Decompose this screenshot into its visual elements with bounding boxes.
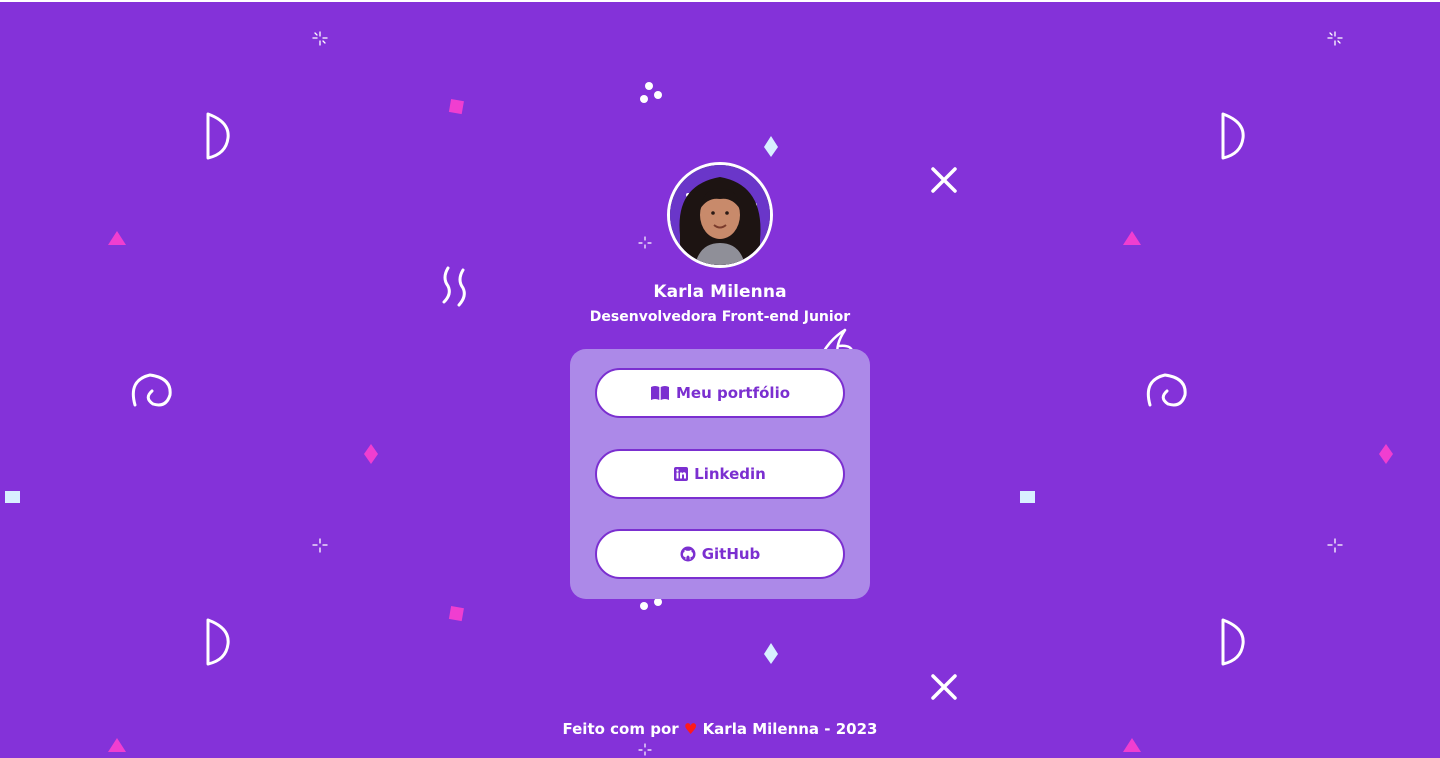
heart-icon: ♥	[683, 720, 698, 738]
linkedin-icon	[674, 467, 689, 481]
github-icon	[680, 546, 696, 562]
linkedin-label: Linkedin	[694, 465, 766, 483]
links-card: Meu portfólio Linkedin GitHub	[570, 349, 870, 599]
github-label: GitHub	[701, 545, 761, 563]
half-moon-icon	[206, 112, 230, 160]
linkedin-button[interactable]: Linkedin	[595, 449, 845, 499]
portfolio-button[interactable]: Meu portfólio	[595, 368, 845, 418]
footer-suffix: Karla Milenna - 2023	[702, 720, 878, 738]
footer-prefix: Feito com por	[562, 720, 679, 738]
dot-icon	[645, 82, 653, 90]
profile-section: Karla Milenna Desenvolvedora Front-end J…	[0, 162, 1440, 325]
light-square-icon	[5, 491, 20, 503]
pink-square-icon	[448, 99, 464, 115]
portfolio-label: Meu portfólio	[675, 384, 791, 402]
spiral-icon	[131, 373, 172, 407]
diamond-icon	[764, 136, 778, 157]
avatar-image	[670, 165, 770, 265]
sparkle-icon	[312, 31, 328, 46]
pink-diamond-icon	[364, 444, 378, 464]
github-button[interactable]: GitHub	[595, 529, 845, 579]
profile-role: Desenvolvedora Front-end Junior	[589, 309, 851, 325]
avatar	[667, 162, 773, 268]
footer: Feito com por ♥ Karla Milenna - 2023	[0, 720, 1440, 738]
book-icon	[650, 386, 669, 400]
profile-name: Karla Milenna	[653, 282, 787, 302]
top-border	[0, 0, 1440, 2]
